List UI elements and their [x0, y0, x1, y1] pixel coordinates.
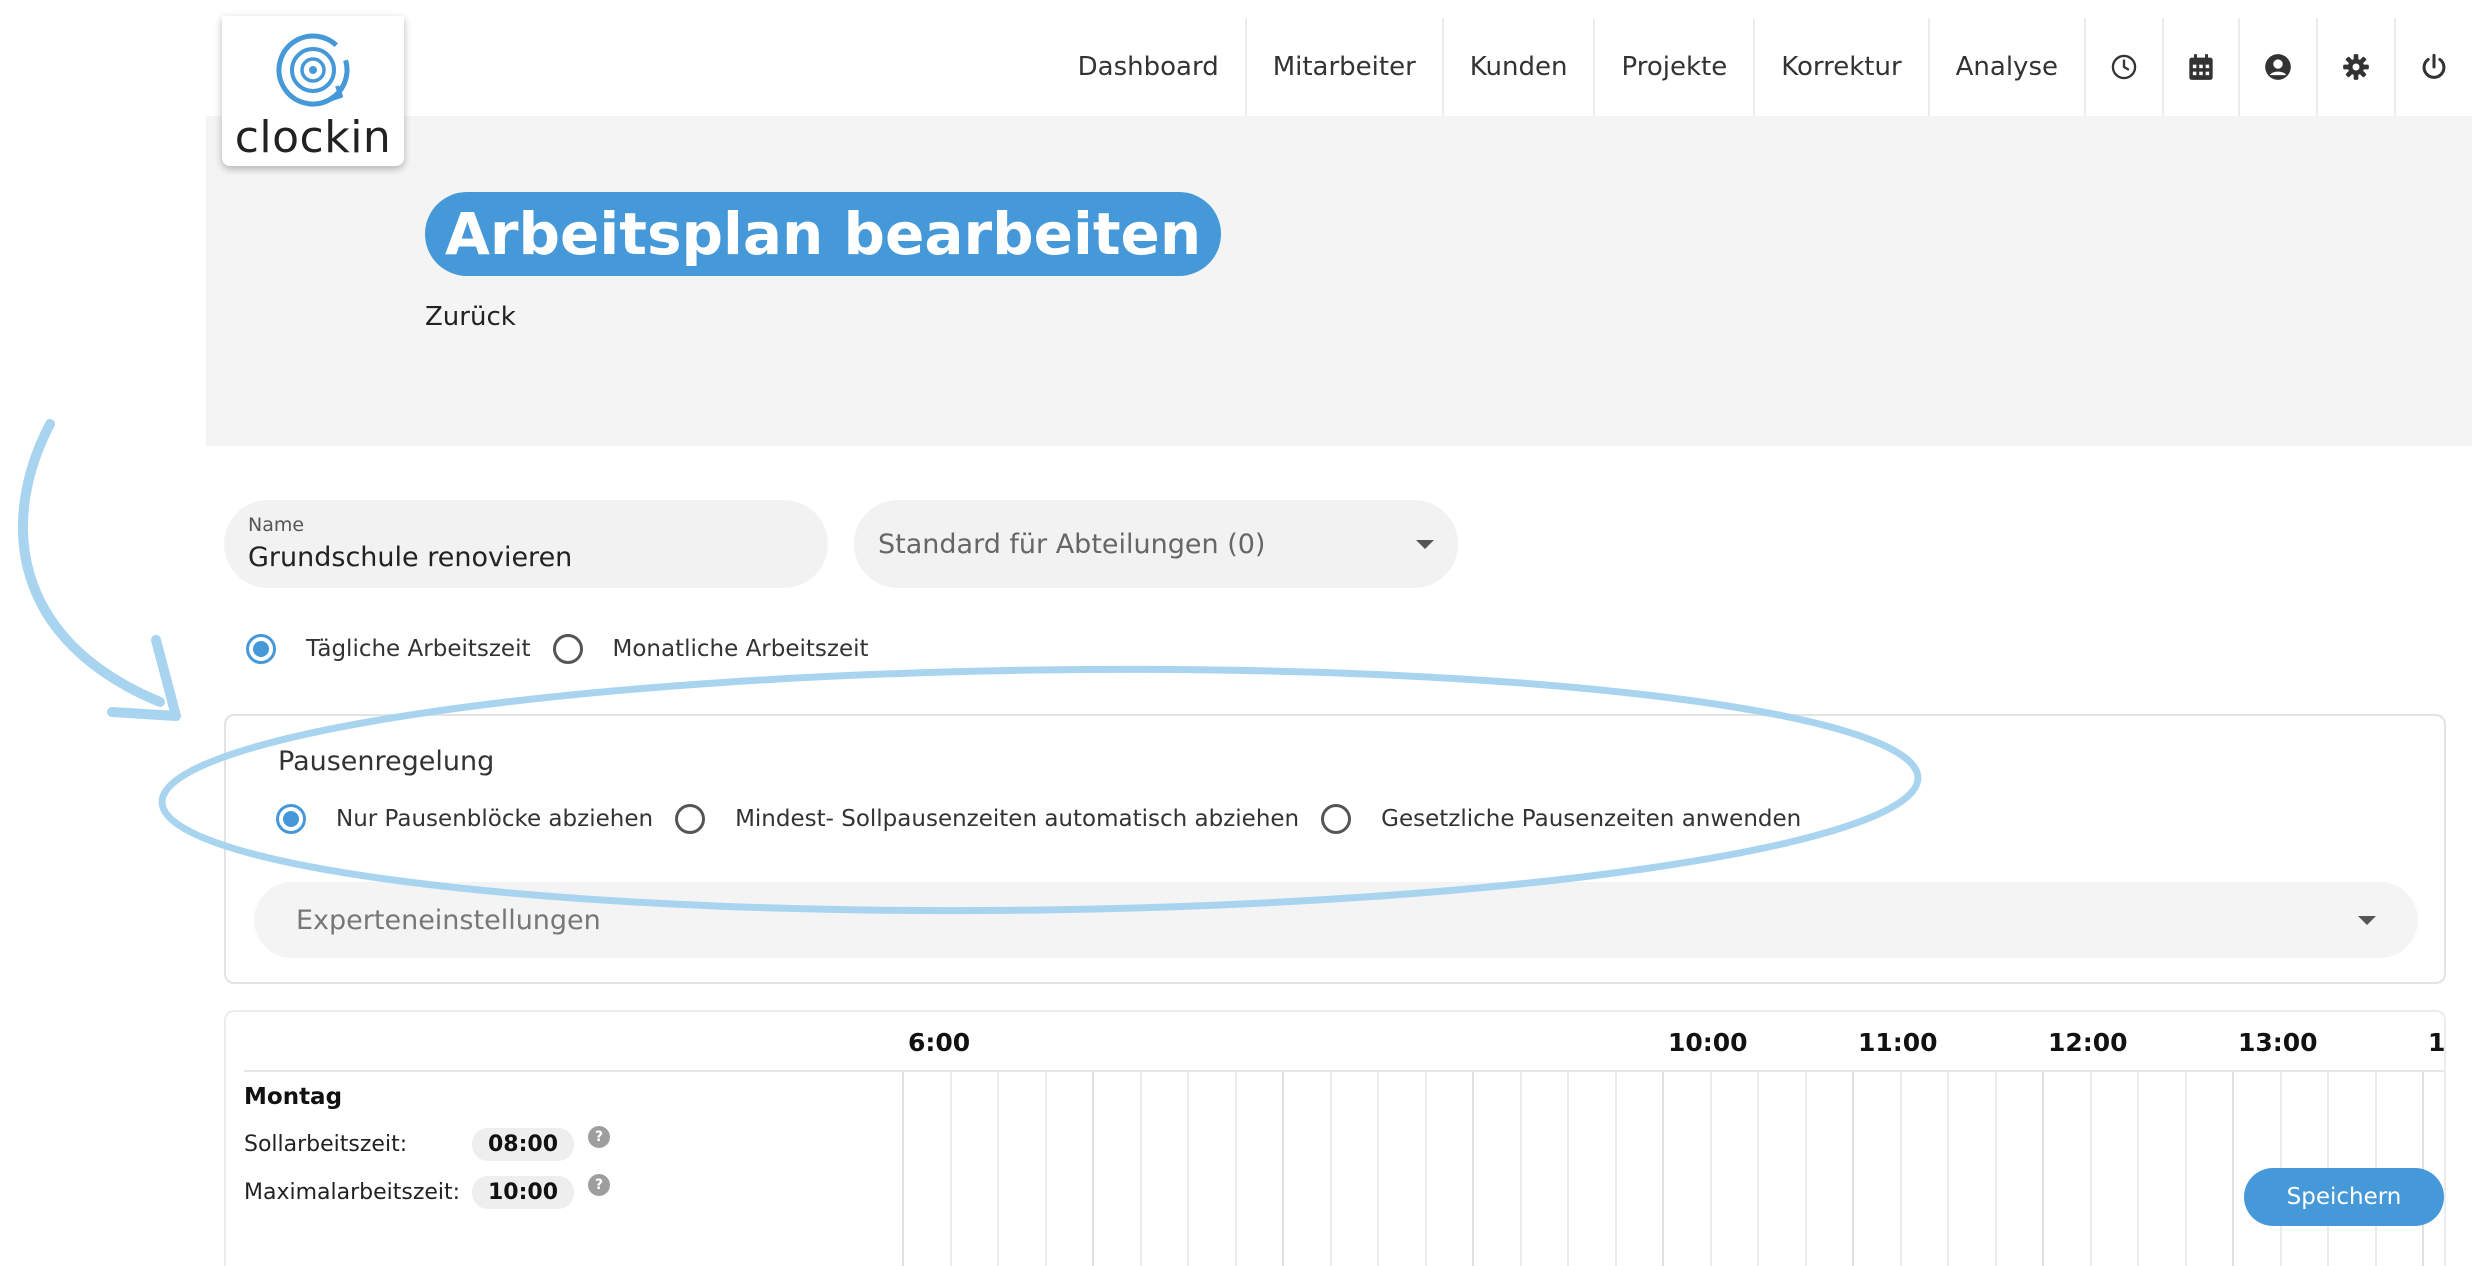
- radio-monthly-worktime[interactable]: [552, 634, 583, 664]
- department-select[interactable]: Standard für Abteilungen (0): [854, 500, 1458, 588]
- grid-line: [1472, 1072, 1474, 1266]
- nav-projekte[interactable]: Projekte: [1593, 18, 1753, 116]
- hour-label: 12:00: [2048, 1028, 2128, 1057]
- pause-rules-panel: Pausenregelung Nur Pausenblöcke abziehen…: [224, 714, 2446, 984]
- radio-min-pause-label[interactable]: Mindest- Sollpausenzeiten automatisch ab…: [735, 806, 1299, 832]
- save-button[interactable]: Speichern: [2244, 1168, 2444, 1226]
- worktime-radio-group: Tägliche Arbeitszeit Monatliche Arbeitsz…: [246, 634, 891, 664]
- top-navigation: Dashboard Mitarbeiter Kunden Projekte Ko…: [1052, 18, 2472, 116]
- grid-line: [1994, 1072, 1997, 1266]
- grid-line: [1614, 1072, 1617, 1266]
- timeline-grid[interactable]: [902, 1072, 2444, 1266]
- max-worktime-value[interactable]: 10:00: [472, 1176, 575, 1209]
- hour-label: 13:00: [2238, 1028, 2318, 1057]
- day-name: Montag: [244, 1084, 343, 1110]
- user-icon[interactable]: [2238, 18, 2316, 116]
- nav-mitarbeiter[interactable]: Mitarbeiter: [1244, 18, 1442, 116]
- name-field-label: Name: [248, 514, 305, 536]
- power-icon[interactable]: [2394, 18, 2472, 116]
- nav-analyse[interactable]: Analyse: [1927, 18, 2084, 116]
- annotation-arrow-head: [107, 635, 181, 721]
- max-worktime-label: Maximalarbeitszeit:: [244, 1180, 461, 1205]
- weekly-schedule: 6:00 10:00 11:00 12:00 13:00 14 Montag S…: [224, 1010, 2446, 1266]
- page-title: Arbeitsplan bearbeiten: [425, 192, 1222, 276]
- radio-daily-worktime[interactable]: [246, 634, 276, 664]
- grid-line: [949, 1072, 952, 1266]
- target-worktime-value[interactable]: 08:00: [472, 1128, 575, 1161]
- chevron-down-icon: [2358, 915, 2376, 925]
- grid-line: [1662, 1072, 1664, 1266]
- nav-korrektur[interactable]: Korrektur: [1753, 18, 1927, 116]
- name-field-value[interactable]: Grundschule renovieren: [248, 542, 804, 573]
- grid-line: [1519, 1072, 1522, 1266]
- grid-line: [2089, 1072, 2092, 1266]
- grid-line: [1947, 1072, 1949, 1266]
- pause-radio-group: Nur Pausenblöcke abziehen Mindest- Sollp…: [276, 804, 1823, 834]
- grid-line: [1044, 1072, 1047, 1266]
- timeline-header: 6:00 10:00 11:00 12:00 13:00 14: [226, 1012, 2444, 1070]
- nav-kunden[interactable]: Kunden: [1441, 18, 1594, 116]
- hour-label: 6:00: [908, 1028, 971, 1057]
- expert-settings-select[interactable]: Experteneinstellungen: [254, 882, 2418, 958]
- nav-dashboard[interactable]: Dashboard: [1052, 18, 1245, 116]
- back-link[interactable]: Zurück: [425, 302, 516, 332]
- brand-name: clockin: [234, 112, 392, 163]
- department-select-value: Standard für Abteilungen (0): [878, 528, 1266, 560]
- grid-line: [2042, 1072, 2044, 1266]
- grid-line: [1092, 1072, 1094, 1266]
- divider: [244, 1070, 910, 1072]
- help-icon[interactable]: ?: [588, 1125, 611, 1148]
- brand-logo[interactable]: clockin: [222, 16, 404, 166]
- hour-label: 11:00: [1858, 1028, 1938, 1057]
- page-header: Arbeitsplan bearbeiten Zurück: [206, 116, 2472, 446]
- radio-pause-blocks-label[interactable]: Nur Pausenblöcke abziehen: [336, 806, 653, 832]
- grid-line: [1187, 1072, 1189, 1266]
- grid-line: [2137, 1072, 2139, 1266]
- target-worktime-row: Sollarbeitszeit: 08:00 ?: [244, 1125, 611, 1161]
- grid-line: [1899, 1072, 1902, 1266]
- grid-line: [1757, 1072, 1759, 1266]
- radio-min-pause[interactable]: [675, 804, 706, 834]
- grid-line: [1567, 1072, 1569, 1266]
- gear-icon[interactable]: [2316, 18, 2394, 116]
- radio-legal-pause-label[interactable]: Gesetzliche Pausenzeiten anwenden: [1381, 806, 1801, 832]
- clock-icon[interactable]: [2084, 18, 2162, 116]
- grid-line: [1282, 1072, 1284, 1266]
- help-icon[interactable]: ?: [588, 1173, 611, 1196]
- name-field[interactable]: Name Grundschule renovieren: [224, 500, 828, 588]
- hour-label: 14: [2428, 1028, 2446, 1057]
- clockin-logo-icon: [276, 33, 350, 107]
- radio-legal-pause[interactable]: [1321, 804, 1352, 834]
- chevron-down-icon: [1416, 539, 1434, 549]
- pause-rules-title: Pausenregelung: [278, 746, 495, 777]
- grid-line: [1709, 1072, 1712, 1266]
- grid-line: [1234, 1072, 1237, 1266]
- hour-label: 10:00: [1668, 1028, 1748, 1057]
- annotation-arrow: [17, 419, 165, 707]
- radio-pause-blocks[interactable]: [276, 804, 306, 834]
- grid-line: [1139, 1072, 1142, 1266]
- radio-daily-worktime-label[interactable]: Tägliche Arbeitszeit: [306, 636, 531, 662]
- grid-line: [1804, 1072, 1807, 1266]
- target-worktime-label: Sollarbeitszeit:: [244, 1132, 408, 1157]
- grid-line: [1329, 1072, 1332, 1266]
- grid-line: [2232, 1072, 2234, 1266]
- calendar-icon[interactable]: [2162, 18, 2238, 116]
- grid-line: [1424, 1072, 1427, 1266]
- max-worktime-row: Maximalarbeitszeit: 10:00 ?: [244, 1173, 611, 1209]
- radio-monthly-worktime-label[interactable]: Monatliche Arbeitszeit: [613, 636, 869, 662]
- expert-settings-label: Experteneinstellungen: [296, 904, 601, 936]
- grid-line: [1377, 1072, 1379, 1266]
- grid-line: [1852, 1072, 1854, 1266]
- grid-line: [902, 1072, 904, 1266]
- grid-line: [997, 1072, 999, 1266]
- grid-line: [2184, 1072, 2187, 1266]
